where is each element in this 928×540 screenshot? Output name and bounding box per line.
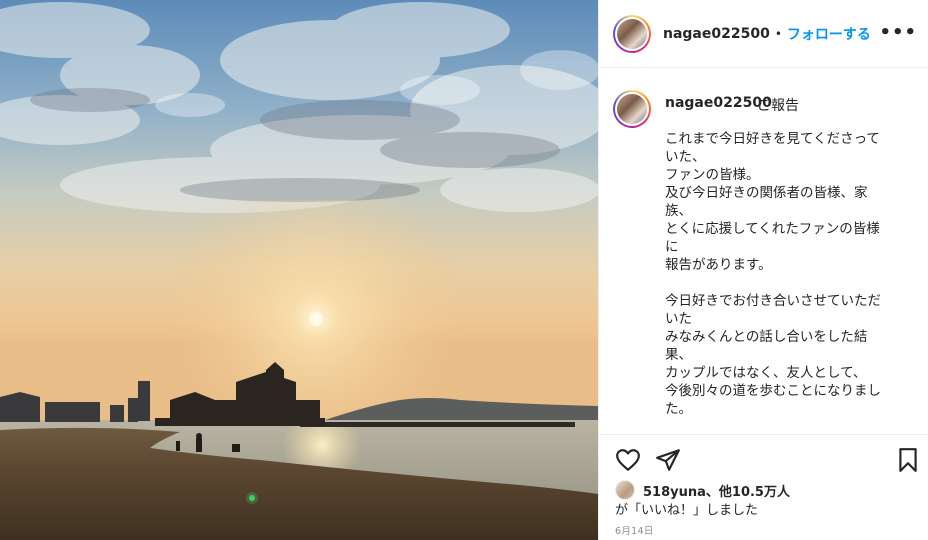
caption-line: 報告があります。 (665, 257, 772, 273)
avatar-image (617, 94, 647, 124)
bookmark-icon[interactable] (895, 447, 921, 473)
likes-count[interactable]: 518yuna、他10.5万人 (643, 481, 790, 500)
header-separator: • (774, 26, 782, 41)
caption-title: ご報告 (757, 98, 799, 114)
avatar-image (617, 18, 647, 49)
caption-line: 今後別々の道を歩むことになりまし (665, 383, 881, 399)
caption-line: みなみくんとの話し合いをした結 (665, 329, 868, 345)
caption-line: とくに応援してくれたファンの皆様 (665, 221, 880, 237)
caption-line: ファンの皆様。 (665, 167, 760, 183)
post-photo[interactable] (0, 0, 598, 540)
caption-line: いた (665, 311, 692, 327)
caption-line: これまで今日好きを見てくださって (665, 131, 880, 147)
caption-avatar[interactable] (613, 90, 651, 128)
caption-line: 果、 (665, 347, 692, 363)
caption-line: 族、 (665, 203, 692, 219)
more-dots-icon[interactable]: ••• (879, 22, 917, 43)
caption-line: カップルではなく、友人として、 (665, 365, 867, 381)
header-username[interactable]: nagae022500 (663, 26, 770, 42)
liker-avatar[interactable] (615, 480, 635, 500)
action-bar (599, 434, 928, 484)
post-date[interactable]: 6月14日 (615, 523, 654, 537)
heart-icon[interactable] (615, 447, 641, 473)
sunset-beach-image (0, 0, 598, 540)
caption-line: た。 (665, 401, 692, 417)
post-side-panel: nagae022500 • フォローする ••• nagae022500 ご報告… (598, 0, 928, 540)
caption-line: 今日好きでお付き合いさせていただ (665, 293, 881, 309)
caption-line: に (665, 239, 679, 255)
post-header: nagae022500 • フォローする ••• (599, 0, 928, 68)
profile-avatar[interactable] (613, 14, 651, 53)
paper-plane-icon[interactable] (655, 447, 681, 473)
caption-line: いた、 (665, 149, 706, 165)
caption-text: これまで今日好きを見てくださって いた、ファンの皆様。及び今日好きの関係者の皆様、… (665, 130, 905, 418)
post-caption: nagae022500 ご報告 これまで今日好きを見てくださって いた、ファンの皆… (599, 68, 928, 434)
follow-button[interactable]: フォローする (787, 24, 871, 44)
caption-line: 及び今日好きの関係者の皆様、家 (665, 185, 868, 201)
likes-summary: 518yuna、他10.5万人 が「いいね！」しました (599, 478, 928, 518)
caption-username[interactable]: nagae022500 (665, 95, 772, 111)
likes-suffix: が「いいね！」しました (615, 503, 759, 518)
